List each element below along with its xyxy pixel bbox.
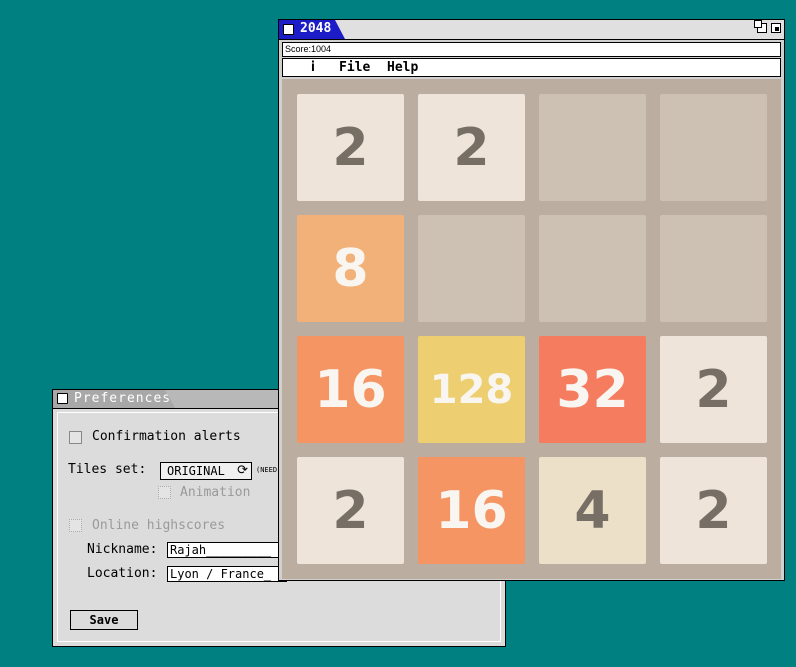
game-title-tab: 2048 — [279, 20, 345, 39]
tile-16: 16 — [418, 457, 525, 564]
game-title: 2048 — [300, 21, 332, 36]
tile-16: 16 — [297, 336, 404, 443]
zoom-box-icon[interactable] — [771, 23, 781, 33]
empty-cell — [539, 94, 646, 201]
empty-cell — [660, 215, 767, 322]
menu-help[interactable]: Help — [387, 60, 418, 75]
animation-checkbox[interactable] — [158, 486, 171, 499]
close-box-icon[interactable] — [57, 393, 68, 404]
apple-menu-icon[interactable]: 𝐢 — [311, 59, 315, 75]
tile-2: 2 — [418, 94, 525, 201]
confirmation-alerts-checkbox[interactable] — [69, 431, 82, 444]
tile-2: 2 — [297, 457, 404, 564]
location-field[interactable]: Lyon / France_ — [167, 566, 287, 582]
tile-2: 2 — [660, 336, 767, 443]
animation-label: Animation — [180, 485, 251, 500]
score-display: Score:1004 — [282, 42, 781, 57]
online-highscores-label: Online highscores — [92, 518, 226, 533]
online-highscores-checkbox[interactable] — [69, 519, 82, 532]
menu-bar: 𝐢 File Help — [282, 58, 781, 77]
game-titlebar[interactable]: 2048 — [279, 20, 784, 40]
preferences-title-tab: Preferences — [53, 390, 175, 408]
empty-cell — [660, 94, 767, 201]
tile-8: 8 — [297, 215, 404, 322]
tiles-set-label: Tiles set: — [68, 462, 147, 477]
nickname-field[interactable]: Rajah_________ — [167, 542, 287, 558]
menu-file[interactable]: File — [339, 60, 370, 75]
collapse-box-icon[interactable] — [754, 20, 767, 33]
close-box-icon[interactable] — [283, 24, 294, 35]
tile-2: 2 — [297, 94, 404, 201]
preferences-title: Preferences — [74, 391, 172, 406]
empty-cell — [539, 215, 646, 322]
need-note: (NEED — [256, 466, 278, 474]
tile-128: 128 — [418, 336, 525, 443]
refresh-icon: ⟳ — [237, 463, 248, 478]
empty-cell — [418, 215, 525, 322]
tiles-set-value: ORIGINAL — [167, 464, 225, 478]
location-label: Location: — [87, 566, 158, 581]
tile-32: 32 — [539, 336, 646, 443]
game-window: 2048 Score:1004 𝐢 File Help 2 2 8 16 128 32 2 2… — [278, 19, 785, 581]
nickname-label: Nickname: — [87, 542, 158, 557]
confirmation-alerts-label: Confirmation alerts — [92, 429, 241, 444]
save-button[interactable]: Save — [70, 610, 138, 630]
tiles-set-popup-button[interactable]: ORIGINAL ⟳ — [160, 462, 252, 480]
tile-2: 2 — [660, 457, 767, 564]
game-board[interactable]: 2 2 8 16 128 32 2 2 16 4 2 — [282, 79, 781, 579]
tile-4: 4 — [539, 457, 646, 564]
